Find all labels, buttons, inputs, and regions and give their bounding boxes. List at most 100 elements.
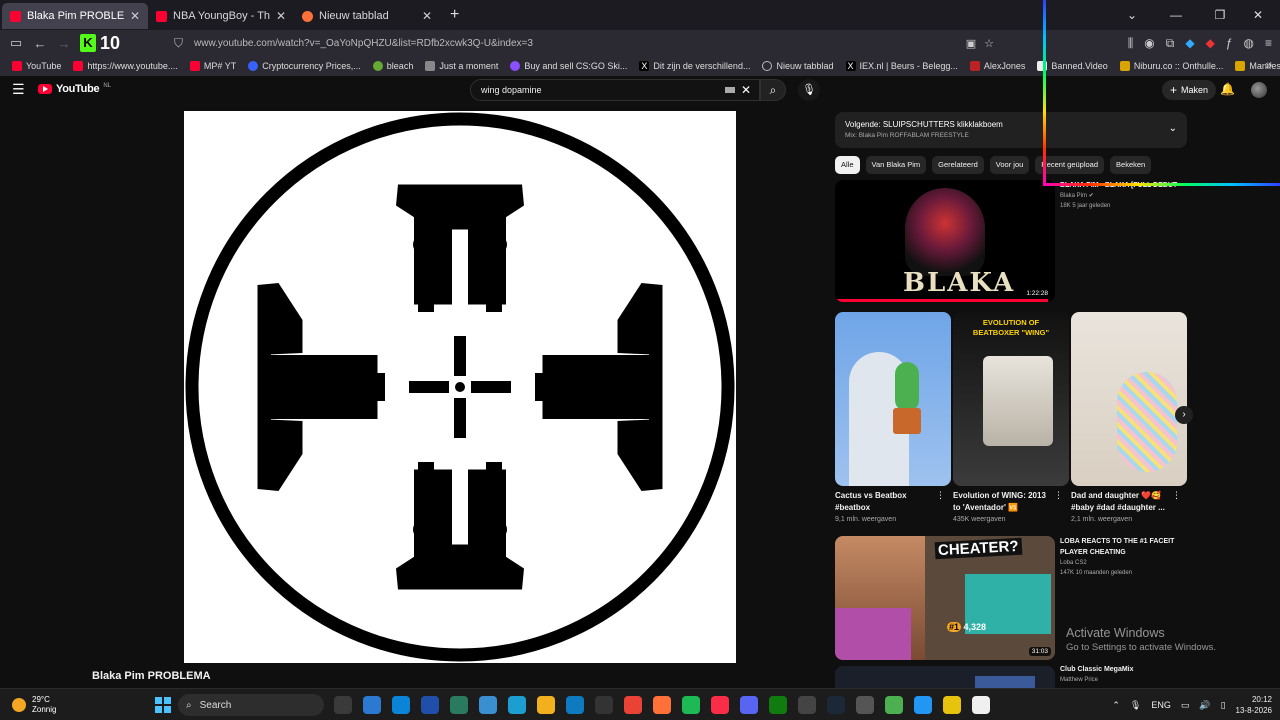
bookmark-item[interactable]: Manifestatie — De Au... <box>1229 61 1280 71</box>
clock[interactable]: 20:12 13-8-2026 <box>1236 694 1272 716</box>
picture-in-picture-icon[interactable]: ▣ <box>966 37 976 50</box>
list-all-tabs-icon[interactable]: ⌄ <box>1116 8 1148 22</box>
youtube-logo[interactable]: YouTube NL <box>38 83 111 95</box>
bookmark-item[interactable]: MP# YT <box>184 61 242 71</box>
chip-from-channel[interactable]: Van Blaka Pim <box>865 156 927 174</box>
battery-icon[interactable]: ▯ <box>1221 700 1226 711</box>
taskbar-app-icon[interactable] <box>798 696 816 714</box>
video-title[interactable]: LOBA REACTS TO THE #1 FACEIT PLAYER CHEA… <box>1060 536 1185 558</box>
taskbar-app-icon[interactable] <box>740 696 758 714</box>
short-thumbnail-cactus[interactable] <box>835 312 951 486</box>
language-indicator[interactable]: ENG <box>1151 700 1171 710</box>
taskbar-app-icon[interactable] <box>769 696 787 714</box>
library-icon[interactable]: ⫼ <box>1128 36 1134 51</box>
taskbar-app-icon[interactable] <box>914 696 932 714</box>
bookmark-item[interactable]: https://www.youtube.... <box>67 61 184 71</box>
forward-arrow-icon[interactable]: → <box>52 36 76 51</box>
video-player[interactable] <box>184 111 736 663</box>
avatar[interactable] <box>1251 82 1267 98</box>
search-input[interactable]: wing dopamine ✕ <box>470 79 760 101</box>
chip-all[interactable]: Alle <box>835 156 860 174</box>
short-title[interactable]: Evolution of WING: 2013 to 'Aventador' 🆚 <box>953 490 1053 514</box>
tab-new-tab[interactable]: Nieuw tabblad ✕ <box>294 3 440 29</box>
extension-red-icon[interactable]: ◆ <box>1206 36 1215 50</box>
weather-widget[interactable]: 29°C Zonnig <box>12 695 56 715</box>
back-arrow-icon[interactable]: ← <box>28 36 52 51</box>
video-thumbnail-blaka[interactable]: BLAKA 1:22:28 <box>835 180 1055 302</box>
bookmark-star-icon[interactable]: ☆ <box>984 37 994 50</box>
channel-name[interactable]: Loba CS2 <box>1060 558 1185 568</box>
bookmark-item[interactable]: Niburu.co :: Onthulle... <box>1114 61 1230 71</box>
chip-for-you[interactable]: Voor jou <box>989 156 1030 174</box>
close-tab-icon[interactable]: ✕ <box>422 9 432 23</box>
bookmark-item[interactable]: X IEX.nl | Beurs - Belegg... <box>840 61 964 71</box>
taskbar-app-icon[interactable] <box>711 696 729 714</box>
taskbar-app-icon[interactable] <box>972 696 990 714</box>
tab-youtube-active[interactable]: Blaka Pim PROBLEMA - YouTube ✕ <box>2 3 148 29</box>
bookmark-item[interactable]: X Dit zijn de verschillend... <box>633 61 756 71</box>
bookmark-item[interactable]: YouTube <box>6 61 67 71</box>
short-thumbnail-dad-daughter[interactable] <box>1071 312 1187 486</box>
keyboard-icon[interactable] <box>724 87 735 93</box>
taskbar-app-icon[interactable] <box>537 696 555 714</box>
video-thumbnail-megamix[interactable] <box>835 666 1055 690</box>
account-icon[interactable]: ◉ <box>1144 36 1154 50</box>
windows-start-icon[interactable] <box>155 697 171 713</box>
more-options-icon[interactable]: ⋮ <box>1054 490 1063 501</box>
taskbar-app-icon[interactable] <box>827 696 845 714</box>
more-options-icon[interactable]: ⋮ <box>936 490 945 501</box>
bookmarks-overflow-icon[interactable]: » <box>1265 58 1272 72</box>
taskbar-app-icon[interactable] <box>943 696 961 714</box>
url-text[interactable]: www.youtube.com/watch?v=_OaYoNpQHZU&list… <box>194 38 966 49</box>
volume-icon[interactable]: 🔊 <box>1199 700 1210 711</box>
taskbar-app-icon[interactable] <box>508 696 526 714</box>
taskbar-app-icon[interactable] <box>682 696 700 714</box>
bookmark-item[interactable]: Buy and sell CS:GO Ski... <box>504 61 633 71</box>
extension-drop-icon[interactable]: ◍ <box>1244 36 1254 50</box>
bookmark-item[interactable]: bleach <box>367 61 420 71</box>
hamburger-menu-icon[interactable]: ☰ <box>12 81 25 98</box>
video-thumbnail-loba[interactable]: CHEATER? #1 4,328 31:03 <box>835 536 1055 660</box>
bookmark-item[interactable]: Nieuw tabblad <box>756 61 839 71</box>
taskbar-app-icon[interactable] <box>885 696 903 714</box>
microphone-icon[interactable]: 🎙 <box>1130 700 1141 711</box>
bookmark-item[interactable]: Cryptocurrency Prices,... <box>242 61 367 71</box>
taskbar-app-icon[interactable] <box>479 696 497 714</box>
short-title[interactable]: Cactus vs Beatbox #beatbox <box>835 490 935 514</box>
chevron-up-icon[interactable]: ⌃ <box>1112 700 1120 711</box>
channel-name[interactable]: Blaka Pim ✔ <box>1060 191 1185 201</box>
search-query-text[interactable]: wing dopamine <box>481 85 725 95</box>
plus-icon[interactable]: + <box>440 6 469 24</box>
restore-icon[interactable]: ❐ <box>1204 8 1236 22</box>
taskbar-app-icon[interactable] <box>856 696 874 714</box>
sidebar-toggle-icon[interactable]: ▭ <box>4 35 28 51</box>
voice-search-button[interactable]: 🎙 <box>798 79 820 101</box>
notifications-bell-icon[interactable]: 🔔 <box>1220 82 1235 96</box>
taskbar-app-icon[interactable] <box>392 696 410 714</box>
chip-related[interactable]: Gerelateerd <box>932 156 984 174</box>
extensions-icon[interactable]: ⧉ <box>1166 36 1175 51</box>
taskbar-app-icon[interactable] <box>624 696 642 714</box>
chip-watched[interactable]: Bekeken <box>1110 156 1152 174</box>
taskbar-search[interactable]: ⌕ Search <box>178 694 324 716</box>
taskbar-app-icon[interactable] <box>334 696 352 714</box>
short-thumbnail-wing[interactable]: EVOLUTION OF BEATBOXER "WING" <box>953 312 1069 486</box>
network-icon[interactable]: ▭ <box>1181 700 1190 711</box>
taskbar-app-icon[interactable] <box>363 696 381 714</box>
video-title[interactable]: Club Classic MegaMix <box>1060 664 1185 675</box>
minimize-icon[interactable]: — <box>1148 8 1204 22</box>
bookmark-item[interactable]: Just a moment <box>419 61 504 71</box>
extension-blue-icon[interactable]: ◆ <box>1185 36 1194 50</box>
menu-icon[interactable]: ≡ <box>1265 36 1272 50</box>
more-options-icon[interactable]: ⋮ <box>1172 490 1181 501</box>
chevron-right-icon[interactable]: › <box>1175 406 1193 424</box>
create-button[interactable]: + Maken <box>1162 80 1217 100</box>
close-tab-icon[interactable]: ✕ <box>130 9 140 23</box>
extension-script-icon[interactable]: ƒ <box>1226 36 1233 50</box>
search-button[interactable]: ⌕ <box>760 79 786 101</box>
clear-search-icon[interactable]: ✕ <box>741 83 751 97</box>
close-tab-icon[interactable]: ✕ <box>276 9 286 23</box>
chevron-down-icon[interactable]: ⌄ <box>1169 123 1177 134</box>
taskbar-app-icon[interactable] <box>566 696 584 714</box>
taskbar-app-icon[interactable] <box>595 696 613 714</box>
